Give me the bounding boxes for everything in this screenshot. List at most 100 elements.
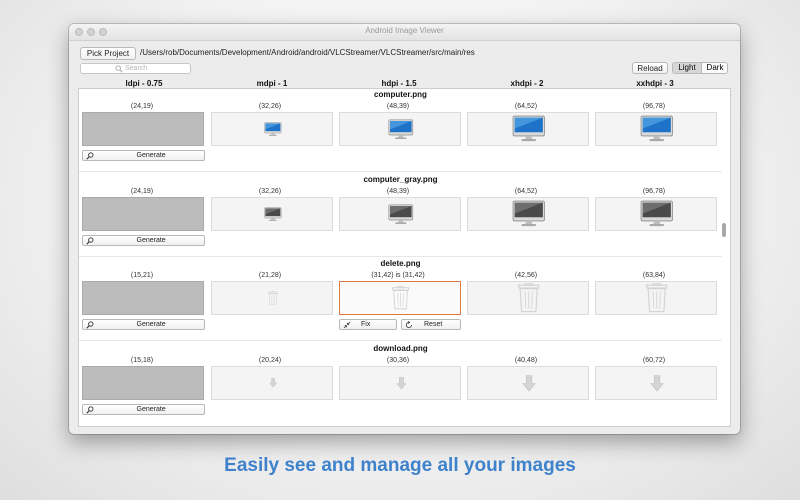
- image-cell[interactable]: [339, 366, 461, 400]
- reset-button[interactable]: Reset: [401, 319, 461, 330]
- image-cell[interactable]: [211, 197, 333, 231]
- search-icon: [115, 65, 123, 73]
- reload-button[interactable]: Reload: [632, 62, 668, 74]
- monitor-gray-icon: [640, 201, 674, 227]
- generate-button[interactable]: Generate: [82, 235, 205, 246]
- image-grid: computer.png (24,19) (32,26) (48,39) (64,52)…: [78, 88, 731, 427]
- column-header: hdpi - 1.5: [381, 79, 417, 88]
- missing-image-cell[interactable]: [82, 281, 204, 315]
- magnifier-icon: [86, 237, 94, 245]
- image-dimensions: (31,42) is (31,42): [371, 272, 425, 279]
- image-dimensions: (21,28): [258, 272, 282, 279]
- down-arrow-icon: [650, 374, 664, 391]
- monitor-gray-icon: [512, 201, 546, 227]
- promo-caption: Easily see and manage all your images: [224, 455, 576, 476]
- image-cell[interactable]: [211, 281, 333, 315]
- shrink-arrows-icon: [343, 321, 351, 329]
- generate-button[interactable]: Generate: [82, 150, 205, 161]
- image-cell[interactable]: [339, 281, 461, 315]
- image-cell[interactable]: [595, 197, 717, 231]
- reset-icon: [405, 321, 412, 328]
- column-header: xhdpi - 2: [510, 79, 544, 88]
- image-dimensions: (42,56): [514, 272, 538, 279]
- monitor-color-icon: [388, 119, 414, 139]
- image-dimensions: (63,84): [642, 272, 666, 279]
- trash-icon: [392, 286, 410, 310]
- image-dimensions: (60,72): [642, 357, 666, 364]
- search-field[interactable]: Search: [80, 63, 191, 74]
- generate-label: Generate: [136, 321, 166, 328]
- image-filename: download.png: [373, 344, 428, 353]
- image-cell[interactable]: [595, 281, 717, 315]
- column-header: ldpi - 0.75: [125, 79, 163, 88]
- image-cell[interactable]: [339, 197, 461, 231]
- section-divider: [79, 256, 722, 257]
- fix-button[interactable]: Fix: [339, 319, 397, 330]
- image-dimensions: (64,52): [514, 103, 538, 110]
- image-cell[interactable]: [467, 366, 589, 400]
- image-section: computer.png (24,19) (32,26) (48,39) (64,52)…: [79, 89, 722, 173]
- theme-dark-option[interactable]: Dark: [702, 63, 727, 73]
- image-dimensions: (64,52): [514, 188, 538, 195]
- magnifier-icon: [86, 321, 94, 329]
- magnifier-icon: [86, 406, 94, 414]
- app-window: Android Image Viewer Pick Project /Users…: [69, 24, 740, 434]
- trash-icon: [518, 283, 540, 313]
- down-arrow-icon: [395, 376, 407, 390]
- pick-project-button[interactable]: Pick Project: [80, 47, 136, 60]
- image-filename: computer_gray.png: [363, 175, 438, 184]
- reset-label: Reset: [424, 321, 443, 328]
- image-dimensions: (20,24): [258, 357, 282, 364]
- monitor-gray-icon: [264, 207, 282, 221]
- down-arrow-icon: [522, 374, 536, 391]
- magnifier-icon: [86, 152, 94, 160]
- generate-button[interactable]: Generate: [82, 404, 205, 415]
- image-filename: delete.png: [380, 259, 421, 268]
- trash-icon: [646, 283, 668, 313]
- theme-toggle[interactable]: Light Dark: [672, 62, 728, 74]
- image-cell[interactable]: [211, 366, 333, 400]
- vertical-scrollbar[interactable]: [722, 223, 726, 237]
- image-dimensions: (24,19): [130, 103, 154, 110]
- image-cell[interactable]: [595, 112, 717, 146]
- section-divider: [79, 340, 722, 341]
- column-header: mdpi - 1: [256, 79, 288, 88]
- generate-button[interactable]: Generate: [82, 319, 205, 330]
- monitor-color-icon: [640, 116, 674, 142]
- fix-label: Fix: [361, 321, 371, 328]
- image-dimensions: (48,39): [386, 103, 410, 110]
- title-bar: Android Image Viewer: [69, 24, 740, 41]
- image-cell[interactable]: [467, 281, 589, 315]
- down-arrow-icon: [269, 378, 277, 388]
- image-filename: computer.png: [374, 90, 427, 99]
- project-path: /Users/rob/Documents/Development/Android…: [140, 48, 475, 57]
- missing-image-cell[interactable]: [82, 112, 204, 146]
- image-cell[interactable]: [211, 112, 333, 146]
- image-dimensions: (30,36): [386, 357, 410, 364]
- image-section: delete.png (15,21) (21,28) (31,42) is (31,4…: [79, 258, 722, 342]
- image-dimensions: (15,21): [130, 272, 154, 279]
- image-dimensions: (15,18): [130, 357, 154, 364]
- trash-icon: [268, 291, 278, 305]
- section-divider: [79, 171, 722, 172]
- theme-light-option[interactable]: Light: [673, 63, 702, 73]
- image-dimensions: (96,78): [642, 188, 666, 195]
- image-cell[interactable]: [339, 112, 461, 146]
- generate-label: Generate: [136, 406, 166, 413]
- column-header: xxhdpi - 3: [636, 79, 674, 88]
- search-placeholder: Search: [125, 65, 148, 72]
- image-dimensions: (24,19): [130, 188, 154, 195]
- image-cell[interactable]: [467, 112, 589, 146]
- image-cell[interactable]: [595, 366, 717, 400]
- generate-label: Generate: [136, 237, 166, 244]
- image-dimensions: (32,26): [258, 188, 282, 195]
- missing-image-cell[interactable]: [82, 366, 204, 400]
- image-dimensions: (48,39): [386, 188, 410, 195]
- generate-label: Generate: [136, 152, 166, 159]
- image-dimensions: (40,48): [514, 357, 538, 364]
- image-section: download.png (15,18) (20,24) (30,36) (40,48)…: [79, 343, 722, 426]
- image-cell[interactable]: [467, 197, 589, 231]
- monitor-gray-icon: [388, 204, 414, 224]
- monitor-color-icon: [512, 116, 546, 142]
- missing-image-cell[interactable]: [82, 197, 204, 231]
